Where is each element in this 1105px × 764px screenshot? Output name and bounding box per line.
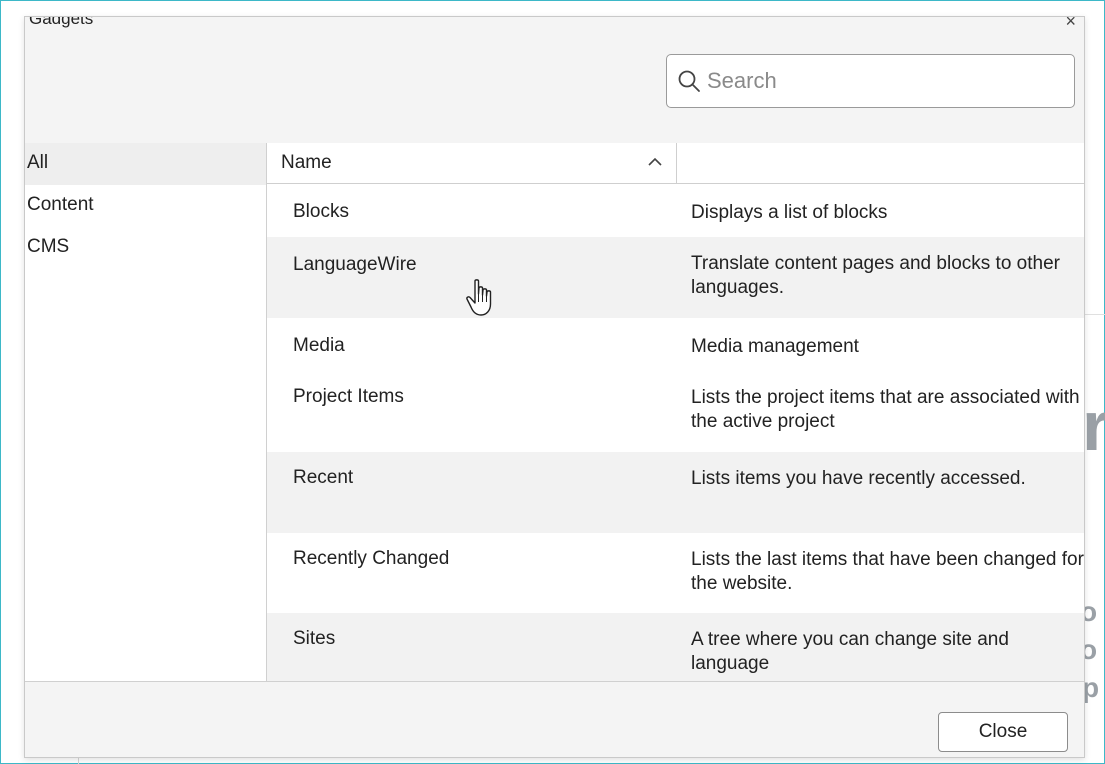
table-row[interactable]: LanguageWire Translate content pages and… <box>267 237 1084 318</box>
table-body: Blocks Displays a list of blocks Languag… <box>267 184 1084 683</box>
search-input[interactable] <box>705 67 1069 95</box>
gadget-name: Blocks <box>293 201 349 222</box>
dialog-title: Gadgets <box>29 16 94 28</box>
hand-pointer-icon <box>466 279 492 316</box>
gadget-name: Recent <box>293 467 354 488</box>
search-icon <box>678 70 700 92</box>
chevron-up-icon <box>648 157 662 166</box>
table-row[interactable]: Media Media management <box>267 318 1084 371</box>
table-row[interactable]: Recently Changed Lists the last items th… <box>267 533 1084 613</box>
gadget-description: Displays a list of blocks <box>691 202 888 223</box>
gadget-description: Translate content pages and blocks to ot… <box>691 253 1060 298</box>
gadget-name: Media <box>293 335 345 356</box>
gadget-name: Sites <box>293 628 336 649</box>
background-divider <box>1085 314 1105 315</box>
close-icon[interactable]: × <box>1065 17 1076 32</box>
background-glyph: r <box>1082 387 1105 465</box>
table-row[interactable]: Sites A tree where you can change site a… <box>267 613 1084 683</box>
dialog-header: Gadgets × <box>25 17 1084 143</box>
dialog-footer: Close <box>25 681 1084 757</box>
gadgets-dialog: Gadgets × All Content CMS Name <box>24 16 1085 758</box>
table-row[interactable]: Recent Lists items you have recently acc… <box>267 452 1084 533</box>
gadget-description: Lists the last items that have been chan… <box>691 549 1084 594</box>
gadget-description: A tree where you can change site and lan… <box>691 629 1009 674</box>
search-box[interactable] <box>666 54 1075 108</box>
category-item-cms[interactable]: CMS <box>25 227 266 269</box>
column-header-label: Name <box>281 152 332 173</box>
column-header-name[interactable]: Name <box>267 143 677 183</box>
gadget-description: Media management <box>691 336 859 357</box>
table-row[interactable]: Project Items Lists the project items th… <box>267 371 1084 452</box>
category-label: All <box>27 152 49 173</box>
gadget-description: Lists items you have recently accessed. <box>691 468 1026 489</box>
category-item-all[interactable]: All <box>25 143 266 185</box>
gadget-name: Project Items <box>293 386 404 407</box>
gadget-table: Name Blocks Displays a list of blocks La… <box>267 143 1084 683</box>
category-label: CMS <box>27 236 70 257</box>
table-header: Name <box>267 143 1084 184</box>
category-item-content[interactable]: Content <box>25 185 266 227</box>
close-button[interactable]: Close <box>938 712 1068 752</box>
category-list: All Content CMS <box>25 143 267 681</box>
table-row[interactable]: Blocks Displays a list of blocks <box>267 184 1084 237</box>
gadget-name: Recently Changed <box>293 548 450 569</box>
category-label: Content <box>27 194 94 215</box>
gadget-description: Lists the project items that are associa… <box>691 387 1080 432</box>
column-header-description[interactable] <box>678 143 1084 183</box>
